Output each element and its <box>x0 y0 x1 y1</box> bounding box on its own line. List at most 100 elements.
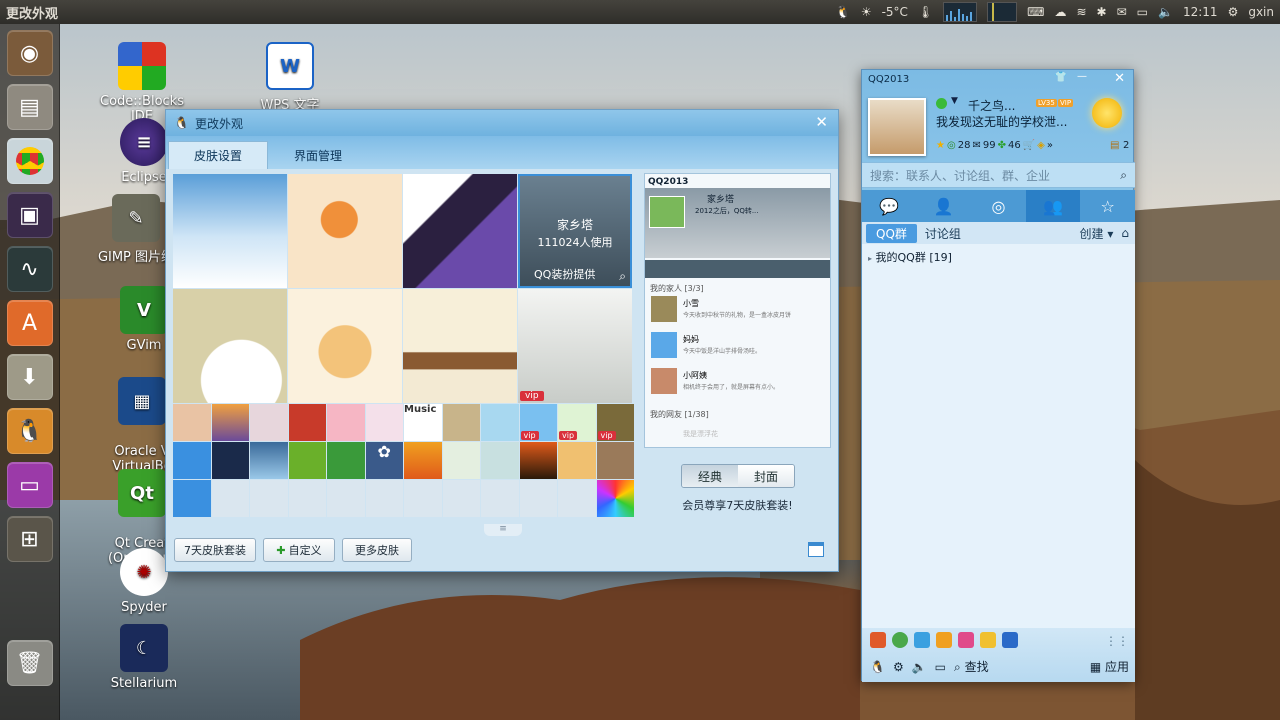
tab-groups-icon[interactable]: 👥 <box>1025 190 1081 222</box>
skin-thumb[interactable] <box>211 404 249 441</box>
tab-contacts-icon[interactable]: 👤 <box>917 190 972 222</box>
skin-thumb[interactable] <box>442 442 480 479</box>
weather-sun-icon[interactable]: ☀ <box>861 5 872 19</box>
search-input[interactable]: 搜索：联系人、讨论组、群、企业 ⌕ <box>862 162 1135 188</box>
close-icon[interactable]: ✕ <box>1114 71 1125 86</box>
software-center-icon[interactable]: A <box>6 300 53 346</box>
online-status-icon[interactable] <box>936 98 947 109</box>
qq-penguin-icon[interactable]: 🐧 <box>836 5 851 19</box>
skin-thumb[interactable]: ✿ <box>365 442 403 479</box>
video-app-icon[interactable] <box>914 632 930 648</box>
custom-skin-button[interactable]: ✚ 自定义 <box>263 538 335 562</box>
skin-thumb[interactable]: vip <box>596 404 634 441</box>
sound-icon[interactable]: 🔈 <box>912 660 927 674</box>
wifi-icon[interactable]: ≋ <box>1076 5 1086 19</box>
star-icon[interactable]: ★ <box>936 140 945 151</box>
skin-tile-cat-cup[interactable] <box>288 289 402 403</box>
mode-cover-button[interactable]: 封面 <box>738 465 794 487</box>
find-button[interactable]: ⌕ 查找 <box>954 658 989 675</box>
cloud-icon[interactable]: ☁ <box>1054 5 1066 19</box>
power-gear-icon[interactable]: ⚙ <box>1228 5 1239 19</box>
collapse-handle[interactable]: ≡ <box>484 524 522 536</box>
seven-day-skin-button[interactable]: 7天皮肤套装 <box>174 538 256 562</box>
skin-thumb[interactable] <box>442 404 480 441</box>
skin-thumb[interactable] <box>173 480 211 517</box>
search-icon[interactable]: ⌕ <box>1120 168 1127 183</box>
vip-promo-text[interactable]: 会员尊享7天皮肤套装! <box>644 497 831 513</box>
tab-skin-settings[interactable]: 皮肤设置 <box>168 141 268 169</box>
skin-thumb[interactable] <box>404 442 442 479</box>
security-app-icon[interactable] <box>936 632 952 648</box>
skin-thumb[interactable] <box>211 442 249 479</box>
tab-interface-manage[interactable]: 界面管理 <box>268 141 368 169</box>
skin-thumb[interactable] <box>173 442 211 479</box>
skin-thumb[interactable] <box>481 404 519 441</box>
memory-graph[interactable] <box>987 2 1018 22</box>
skin-thumb[interactable]: vip <box>519 404 557 441</box>
volume-icon[interactable]: 🔈 <box>1158 5 1173 19</box>
weibo-app-icon[interactable] <box>958 632 974 648</box>
system-monitor-icon[interactable]: ∿ <box>6 246 53 292</box>
home-icon[interactable]: ⌂ <box>1121 226 1129 240</box>
signature[interactable]: 我发现这无耻的学校泄... <box>936 113 1067 130</box>
username[interactable]: gxin <box>1248 5 1274 19</box>
wallet-icon[interactable]: ◈ <box>1037 140 1045 151</box>
clock[interactable]: 12:11 <box>1183 5 1218 19</box>
cpu-graph[interactable] <box>943 2 978 22</box>
calendar-icon[interactable] <box>808 542 824 557</box>
download-icon[interactable]: ⬇ <box>6 354 53 400</box>
workspace-switcher-icon[interactable]: ⊞ <box>6 516 53 562</box>
apps-button[interactable]: ▦ 应用 <box>1090 658 1129 675</box>
skin-tile-tower[interactable]: 家乡塔 111024人使用 QQ装扮提供 ⌕ <box>518 174 632 288</box>
window-titlebar[interactable]: 🐧 更改外观 ✕ <box>166 110 838 136</box>
mail-icon[interactable]: ✉ <box>972 140 980 151</box>
skin-thumb[interactable] <box>596 442 634 479</box>
email-count[interactable]: 2 <box>1123 140 1129 151</box>
battery-icon[interactable]: ▭ <box>1137 5 1148 19</box>
skin-thumb[interactable]: vip <box>558 404 596 441</box>
skin-tile-girl-flowers[interactable] <box>288 174 402 288</box>
wps-desktop-icon[interactable]: W WPS 文字 <box>240 42 340 113</box>
zone-app-icon[interactable] <box>1002 632 1018 648</box>
skin-thumb[interactable] <box>481 442 519 479</box>
skin-thumb[interactable] <box>519 442 557 479</box>
weather-sun-icon[interactable] <box>1092 98 1122 128</box>
chevron-double-down-icon[interactable]: » <box>1047 140 1053 151</box>
clover-icon[interactable]: ✤ <box>998 140 1006 151</box>
skin-thumb[interactable] <box>250 442 288 479</box>
close-icon[interactable]: ✕ <box>815 113 828 131</box>
qq-launcher-icon[interactable]: 🐧 <box>6 408 53 454</box>
browser-app-icon[interactable] <box>892 632 908 648</box>
files-icon[interactable]: ▤ <box>6 84 53 130</box>
stellarium-desktop-icon[interactable]: ☾ Stellarium <box>94 624 194 691</box>
mode-classic-button[interactable]: 经典 <box>682 465 738 487</box>
minimize-icon[interactable]: — <box>1077 71 1087 82</box>
mail-icon[interactable]: ✉ <box>1117 5 1127 19</box>
skin-thumb[interactable] <box>327 442 365 479</box>
settings-icon[interactable]: ⚙ <box>893 660 904 674</box>
skin-tile-pagoda[interactable]: vip <box>518 289 632 403</box>
tab-messages-icon[interactable]: 💬 <box>862 190 917 222</box>
thermometer-icon[interactable]: 🌡 <box>918 5 933 19</box>
skin-thumb[interactable] <box>173 404 211 441</box>
skin-thumb[interactable] <box>327 404 365 441</box>
skin-tile-boat[interactable] <box>403 289 517 403</box>
chrome-icon[interactable] <box>6 138 53 184</box>
skin-tile-couple-moon[interactable] <box>173 289 287 403</box>
qq-titlebar[interactable]: QQ2013 👕 — ✕ <box>862 70 1133 88</box>
dash-home-icon[interactable]: ◉ <box>6 30 53 76</box>
skin-tile-girl-purple[interactable] <box>403 174 517 288</box>
subtab-qq-group[interactable]: QQ群 <box>866 223 917 243</box>
skin-tile-sky[interactable] <box>173 174 287 288</box>
list-item[interactable]: ▸ 我的QQ群 [19] <box>862 244 1135 270</box>
trash-icon[interactable]: 🗑 <box>6 640 53 686</box>
skin-thumb[interactable] <box>250 404 288 441</box>
create-button[interactable]: 创建 ▾ <box>1080 225 1114 242</box>
skin-thumb[interactable] <box>558 442 596 479</box>
chevron-down-icon[interactable]: ▼ <box>951 96 958 106</box>
cart-icon[interactable]: 🛒 <box>1023 140 1035 151</box>
skin-thumb[interactable]: Music <box>404 404 442 441</box>
temperature[interactable]: -5°C <box>882 5 908 19</box>
terminal-creature-icon[interactable]: ▣ <box>6 192 53 238</box>
tab-favorites-icon[interactable]: ☆ <box>1080 190 1135 222</box>
